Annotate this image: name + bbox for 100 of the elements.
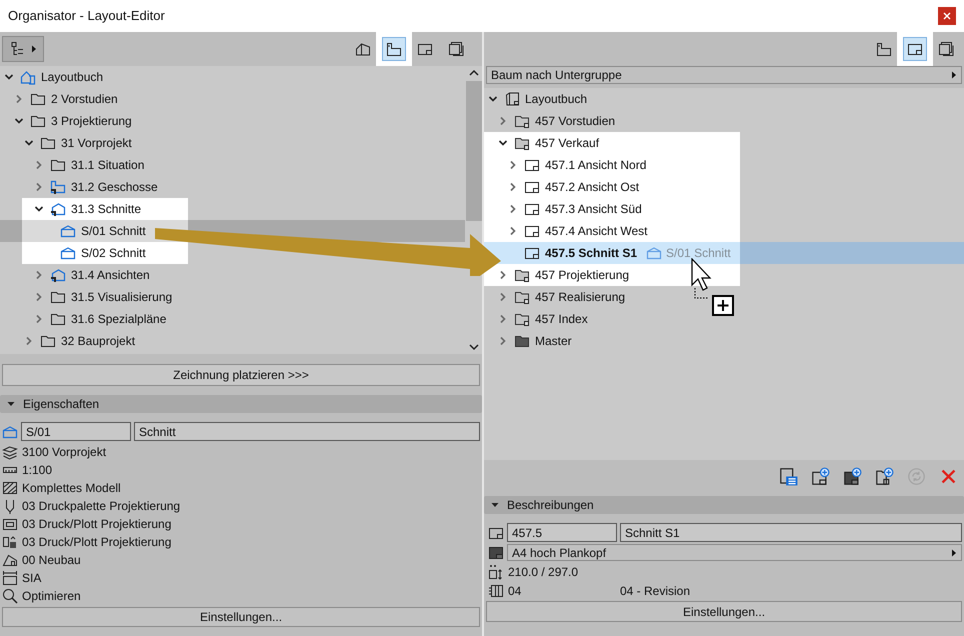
settings-button[interactable]: Einstellungen...	[2, 607, 480, 627]
name-field[interactable]: Schnitt	[134, 422, 480, 441]
list-button[interactable]	[778, 466, 798, 486]
section-icon	[50, 267, 66, 283]
name-field[interactable]: Schnitt S1	[620, 523, 962, 542]
tree-item[interactable]: 3 Projektierung	[50, 112, 133, 130]
expand-chevron-icon[interactable]	[34, 160, 44, 170]
tree-item[interactable]: 457 Verkauf	[534, 134, 600, 152]
frame-icon	[2, 516, 18, 532]
tree-item[interactable]: 31.2 Geschosse	[70, 178, 159, 196]
id-field[interactable]: S/01	[21, 422, 131, 441]
section-icon	[2, 424, 18, 440]
expand-chevron-icon[interactable]	[24, 336, 34, 346]
folder-icon	[50, 157, 66, 173]
settings-button[interactable]: Einstellungen...	[486, 601, 962, 622]
expand-chevron-icon[interactable]	[498, 116, 508, 126]
tree-item[interactable]: 457 Index	[534, 310, 589, 328]
sheet-icon	[524, 223, 540, 239]
expand-chevron-icon[interactable]	[508, 160, 518, 170]
collapse-chevron-icon[interactable]	[488, 94, 498, 104]
tree-item[interactable]: 31 Vorprojekt	[60, 134, 133, 152]
tree-mode-dropdown[interactable]: Baum nach Untergruppe	[486, 66, 962, 84]
folder-icon	[514, 267, 530, 283]
tree-item[interactable]: 31.6 Spezialpläne	[70, 310, 168, 328]
property-text: Optimieren	[22, 588, 81, 605]
expand-chevron-icon[interactable]	[498, 292, 508, 302]
scrollbar-thumb[interactable]	[466, 81, 482, 221]
section-title: Beschreibungen	[507, 497, 594, 514]
id-field[interactable]: 457.5	[507, 523, 617, 542]
refresh-icon	[906, 466, 926, 486]
collapse-chevron-icon[interactable]	[14, 116, 24, 126]
scroll-up-icon[interactable]	[468, 69, 478, 77]
expand-chevron-icon[interactable]	[34, 270, 44, 280]
tree-item[interactable]: Master	[534, 332, 573, 350]
tree-item[interactable]: 457.1 Ansicht Nord	[544, 156, 648, 174]
collapse-chevron-icon[interactable]	[498, 138, 508, 148]
expand-chevron-icon[interactable]	[508, 226, 518, 236]
tree-item[interactable]: 457.3 Ansicht Süd	[544, 200, 643, 218]
tree-item[interactable]: 32 Bauprojekt	[60, 332, 136, 350]
collapse-icon[interactable]	[7, 400, 15, 408]
collapse-chevron-icon[interactable]	[34, 204, 44, 214]
tree-menu-button[interactable]	[2, 36, 44, 62]
expand-chevron-icon[interactable]	[508, 204, 518, 214]
property-text: 03 Druckpalette Projektierung	[22, 498, 180, 515]
expand-chevron-icon[interactable]	[498, 270, 508, 280]
tree-item[interactable]: 31.4 Ansichten	[70, 266, 151, 284]
window-title: Organisator - Layout-Editor	[8, 7, 165, 26]
master-dropdown[interactable]: A4 hoch Plankopf	[507, 544, 962, 561]
folder-icon	[30, 91, 46, 107]
tree-item[interactable]: 31.1 Situation	[70, 156, 146, 174]
folder-icon	[40, 135, 56, 151]
collapse-chevron-icon[interactable]	[4, 72, 14, 82]
folder-icon	[514, 311, 530, 327]
section-icon	[646, 245, 662, 261]
new-sheet-button[interactable]	[810, 466, 830, 486]
tree-item[interactable]: 457.4 Ansicht West	[544, 222, 649, 240]
size-text: 210.0 / 297.0	[508, 564, 578, 581]
expand-chevron-icon[interactable]	[34, 292, 44, 302]
dropdown-arrow-icon	[951, 71, 957, 79]
tree-item[interactable]: 457.5 Schnitt S1	[544, 244, 638, 262]
tree-item[interactable]: Layoutbuch	[40, 68, 104, 86]
dropdown-arrow-icon	[31, 45, 37, 53]
collapse-icon[interactable]	[491, 501, 499, 509]
new-folder-button[interactable]	[874, 466, 894, 486]
tree-item[interactable]: 2 Vorstudien	[50, 90, 119, 108]
tree-item[interactable]: S/01 Schnitt	[80, 222, 147, 240]
expand-chevron-icon[interactable]	[508, 182, 518, 192]
revision-name-text: 04 - Revision	[620, 583, 690, 600]
layers-icon	[2, 444, 18, 460]
expand-chevron-icon[interactable]	[14, 94, 24, 104]
drag-ghost-label: S/01 Schnitt	[666, 245, 731, 262]
tree-item[interactable]: 457.2 Ansicht Ost	[544, 178, 640, 196]
collapse-chevron-icon[interactable]	[24, 138, 34, 148]
tree-item[interactable]: 457 Vorstudien	[534, 112, 616, 130]
place-drawing-button[interactable]: Zeichnung platzieren >>>	[2, 364, 480, 386]
section-title: Eigenschaften	[23, 396, 100, 413]
tree-item[interactable]: 457 Realisierung	[534, 288, 626, 306]
folder-icon	[50, 311, 66, 327]
property-text: 3100 Vorprojekt	[22, 444, 106, 461]
tree-item[interactable]: S/02 Schnitt	[80, 244, 147, 262]
section-icon	[60, 245, 76, 261]
tree-item[interactable]: 457 Projektierung	[534, 266, 630, 284]
property-text: 03 Druck/Plott Projektierung	[22, 534, 172, 551]
folder-icon	[514, 135, 530, 151]
expand-chevron-icon[interactable]	[34, 314, 44, 324]
tree-structure-icon	[9, 41, 25, 57]
scroll-down-icon[interactable]	[468, 343, 478, 351]
expand-chevron-icon[interactable]	[498, 314, 508, 324]
new-master-icon	[842, 466, 862, 486]
master-layout-icon	[488, 544, 504, 560]
floor-plan-icon	[386, 41, 402, 57]
tree-item[interactable]: 31.5 Visualisierung	[70, 288, 174, 306]
expand-chevron-icon[interactable]	[498, 336, 508, 346]
expand-chevron-icon[interactable]	[34, 182, 44, 192]
close-button[interactable]	[938, 7, 956, 25]
dropdown-arrow-icon	[951, 548, 957, 556]
new-master-button[interactable]	[842, 466, 862, 486]
tree-item[interactable]: 31.3 Schnitte	[70, 200, 142, 218]
revision-icon	[488, 583, 504, 599]
tree-item[interactable]: Layoutbuch	[524, 90, 588, 108]
